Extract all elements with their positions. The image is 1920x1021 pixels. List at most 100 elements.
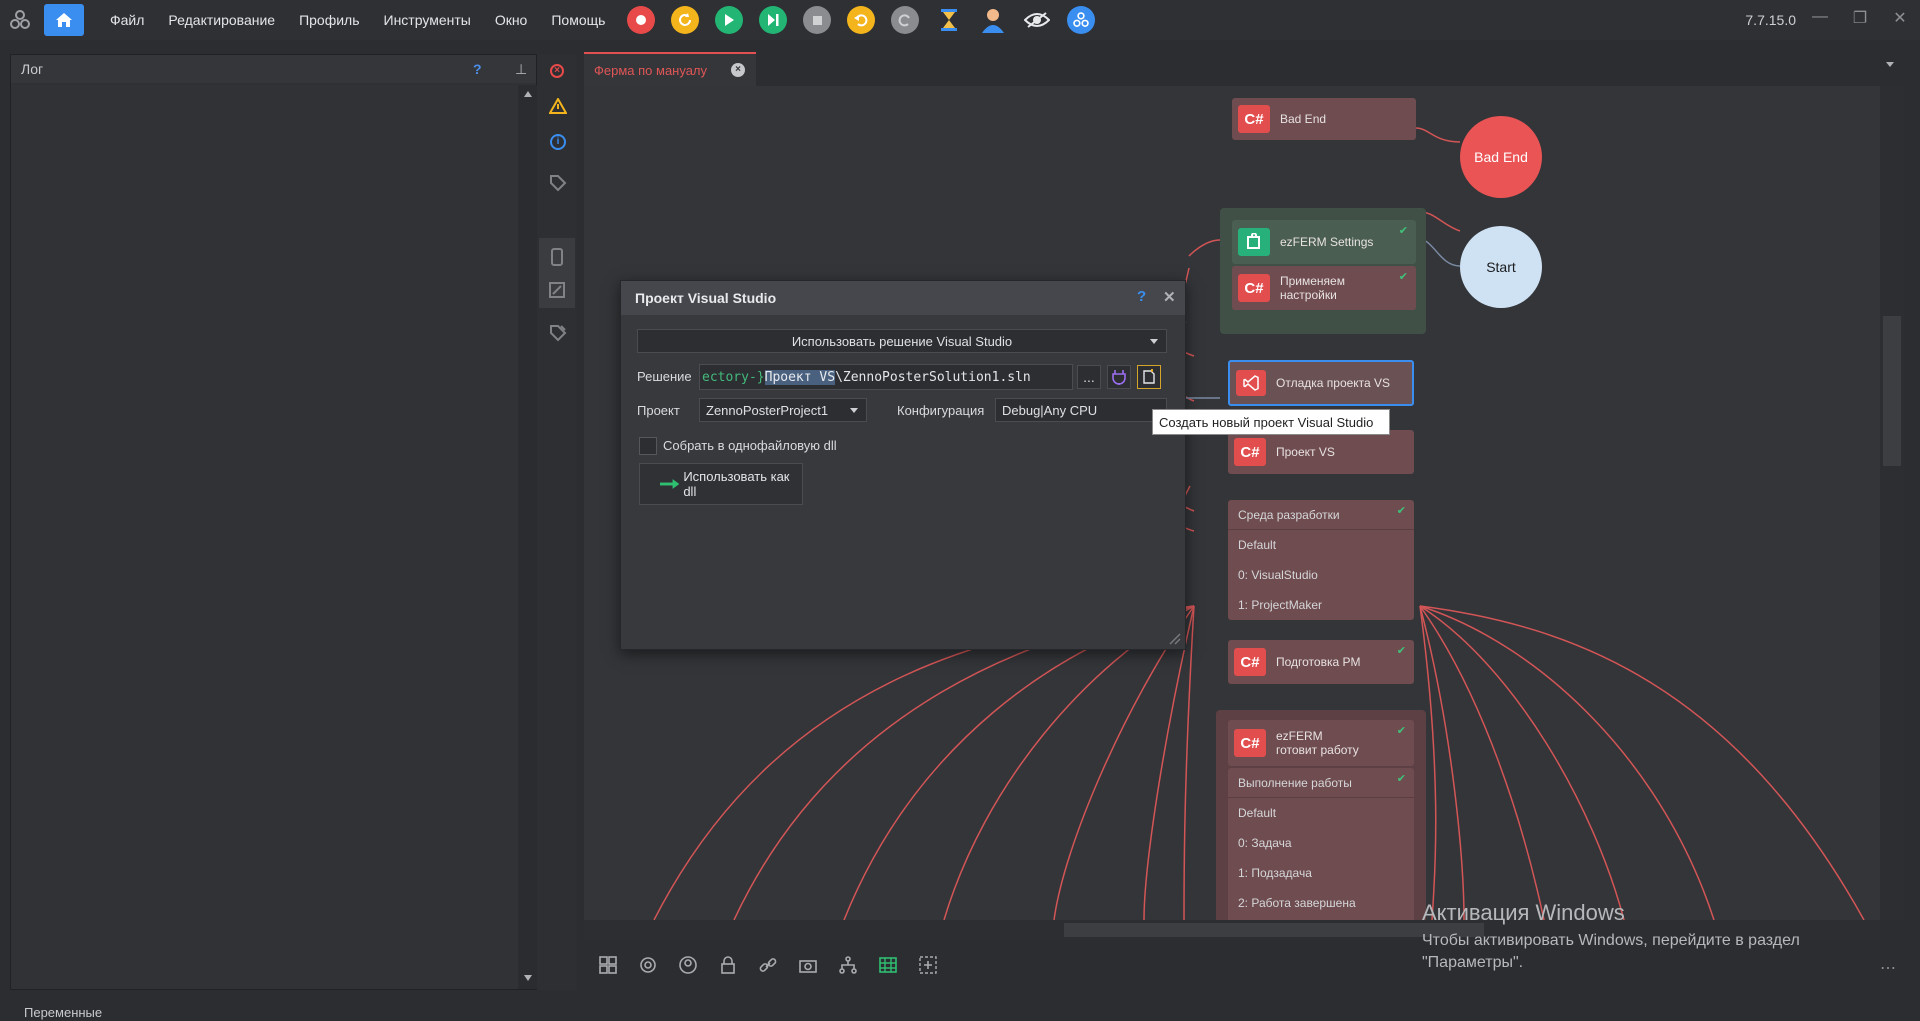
variables-tab[interactable]: Переменные (24, 1005, 102, 1020)
home-button[interactable] (44, 4, 84, 36)
apply-settings-node[interactable]: C# Применяем настройки ✔ (1232, 266, 1416, 310)
switch-option[interactable]: 1: Подзадача (1228, 858, 1414, 888)
browse-button[interactable]: ... (1077, 365, 1101, 389)
eye-icon[interactable] (1023, 6, 1051, 34)
node-label: Применяем настройки (1280, 274, 1345, 302)
grid-icon[interactable] (594, 951, 622, 979)
redo-icon[interactable] (891, 6, 920, 34)
log-warning-icon[interactable] (549, 98, 567, 114)
expand-icon[interactable] (549, 282, 565, 298)
ezferm-settings-node[interactable]: ezFERM Settings ✔ (1232, 220, 1416, 264)
debug-vs-node[interactable]: Отладка проекта VS (1228, 360, 1414, 406)
project-vs-node[interactable]: C# Проект VS (1228, 430, 1414, 474)
check-icon: ✔ (1396, 505, 1406, 517)
stop-icon[interactable] (803, 6, 832, 34)
play-icon[interactable] (715, 6, 744, 34)
log-output[interactable] (11, 85, 518, 989)
dialog-close-icon[interactable]: ✕ (1163, 288, 1176, 306)
lock-icon[interactable] (714, 951, 742, 979)
user-icon[interactable] (979, 6, 1007, 34)
mode-select[interactable]: Использовать решение Visual Studio (637, 329, 1167, 353)
single-dll-checkbox[interactable] (639, 437, 657, 455)
minimize-icon[interactable]: — (1808, 8, 1832, 32)
new-project-icon[interactable] (1137, 365, 1161, 389)
visual-studio-icon (1236, 370, 1266, 396)
add-block-icon[interactable] (914, 951, 942, 979)
log-info-icon[interactable]: i (550, 134, 566, 150)
tab-list-chevron-down-icon[interactable] (1886, 62, 1894, 67)
gear-icon[interactable] (634, 951, 662, 979)
scroll-thumb[interactable] (1064, 923, 1484, 937)
dev-env-switch-node[interactable]: Среда разработки ✔ Default 0: VisualStud… (1228, 500, 1414, 620)
scroll-up-icon[interactable] (524, 91, 532, 97)
switch-option[interactable]: 2: Работа завершена (1228, 888, 1414, 918)
node-label: Отладка проекта VS (1276, 376, 1391, 390)
csharp-icon: C# (1234, 729, 1266, 757)
app-logo-icon[interactable] (0, 0, 40, 40)
log-help-icon[interactable]: ? (473, 61, 482, 77)
version-label: 7.7.15.0 (1745, 12, 1796, 28)
clear-tag-icon[interactable] (549, 324, 567, 342)
menu-window[interactable]: Окно (483, 0, 540, 40)
switch-option[interactable]: 0: Задача (1228, 828, 1414, 858)
switch-option[interactable]: 0: VisualStudio (1228, 560, 1414, 590)
prepare-pm-node[interactable]: C# Подготовка PM ✔ (1228, 640, 1414, 684)
plugin-icon[interactable] (1107, 365, 1131, 389)
check-icon: ✔ (1396, 725, 1406, 737)
menu-edit[interactable]: Редактирование (156, 0, 287, 40)
bad-end-circle[interactable]: Bad End (1460, 116, 1542, 198)
hierarchy-icon[interactable] (834, 951, 862, 979)
close-window-icon[interactable]: ✕ (1888, 8, 1912, 32)
restore-icon[interactable]: ❐ (1848, 8, 1872, 32)
profile-icon[interactable] (674, 951, 702, 979)
switch-option[interactable]: Default (1228, 530, 1414, 560)
mode-value: Использовать решение Visual Studio (791, 333, 1013, 349)
refresh-icon[interactable] (671, 6, 700, 34)
step-icon[interactable] (759, 6, 788, 34)
project-select[interactable]: ZennoPosterProject1 (699, 398, 867, 422)
use-as-dll-button[interactable]: Использовать как dll (639, 463, 803, 505)
scroll-thumb[interactable] (1883, 316, 1901, 466)
hourglass-icon[interactable] (935, 6, 963, 34)
solution-label: Решение (637, 369, 692, 384)
dialog-help-icon[interactable]: ? (1137, 288, 1146, 305)
scroll-down-icon[interactable] (524, 975, 532, 981)
chevron-down-icon (850, 408, 858, 413)
phone-icon[interactable] (551, 248, 563, 266)
config-value: Debug|Any CPU (1002, 402, 1098, 418)
link-icon[interactable] (754, 951, 782, 979)
menu-file[interactable]: Файл (98, 0, 156, 40)
canvas-vertical-scrollbar[interactable] (1880, 86, 1904, 920)
menu-help[interactable]: Помощь (539, 0, 617, 40)
watermark-line1: Чтобы активировать Windows, перейдите в … (1422, 932, 1800, 949)
pin-icon[interactable]: ⊥ (515, 61, 527, 78)
solution-selected: Проект VS (764, 369, 836, 385)
switch-option[interactable]: Default (1228, 798, 1414, 828)
table-icon[interactable] (874, 951, 902, 979)
log-scrollbar[interactable] (518, 85, 538, 989)
record-icon[interactable] (627, 6, 656, 34)
tag-icon[interactable] (549, 174, 567, 192)
main-menu: Файл Редактирование Профиль Инструменты … (98, 0, 617, 40)
camera-lock-icon[interactable] (794, 951, 822, 979)
ezferm-work-node[interactable]: C# ezFERM готовит работу ✔ (1228, 720, 1414, 766)
network-icon[interactable] (1067, 6, 1096, 34)
resize-grip-icon[interactable] (1167, 631, 1181, 645)
csharp-icon: C# (1234, 648, 1266, 676)
tab-close-icon[interactable]: × (731, 63, 746, 77)
config-select[interactable]: Debug|Any CPU (995, 398, 1167, 422)
start-circle[interactable]: Start (1460, 226, 1542, 308)
log-error-icon[interactable]: × (550, 64, 564, 78)
bad-end-action-node[interactable]: C# Bad End (1232, 98, 1416, 140)
work-switch-node[interactable]: Выполнение работы ✔ Default 0: Задача 1:… (1228, 768, 1414, 924)
tab-farm-manual[interactable]: Ферма по мануалу × (584, 52, 756, 86)
more-options-icon[interactable]: ⋯ (1880, 958, 1896, 978)
menu-tools[interactable]: Инструменты (372, 0, 483, 40)
solution-path-input[interactable]: ectory-} Проект VS \ZennoPosterSolution1.s… (699, 364, 1073, 390)
csharp-icon: C# (1238, 105, 1270, 133)
solution-suffix: \ZennoPosterSolution1.sln (835, 369, 1031, 385)
menu-profile[interactable]: Профиль (287, 0, 371, 40)
undo-icon[interactable] (847, 6, 876, 34)
arrow-right-icon (660, 479, 680, 489)
switch-option[interactable]: 1: ProjectMaker (1228, 590, 1414, 620)
